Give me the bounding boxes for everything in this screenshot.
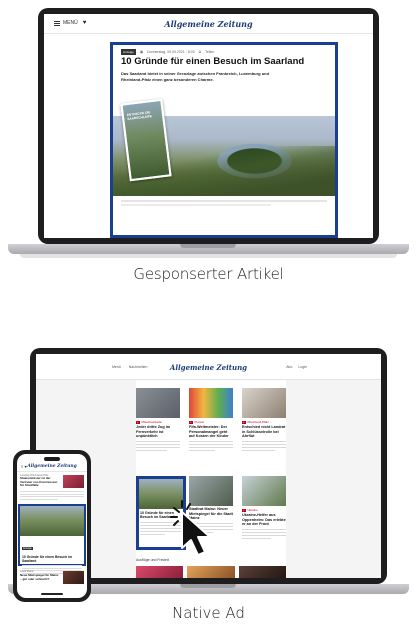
plus-badge: + bbox=[189, 420, 193, 424]
teaser-kicker: + Protest bbox=[189, 420, 205, 424]
nav-item-login[interactable]: Login bbox=[298, 365, 307, 369]
caption-line bbox=[121, 200, 327, 202]
phone-teaser-title[interactable]: Staatsminister ist der Vertreter von Kom… bbox=[20, 476, 60, 488]
laptop-shadow bbox=[20, 254, 397, 258]
teaser-text bbox=[136, 440, 180, 452]
phone-teaser-title[interactable]: Neue Mietspiegel für Mainz – gut oder sc… bbox=[20, 573, 60, 581]
article-lead: Das Saarland bietet in seiner Grenzlage … bbox=[121, 71, 270, 82]
dynamic-island bbox=[44, 457, 60, 461]
article-meta: Anzeige ▣ Donnerstag, 09.09.2021 · 8:00 … bbox=[121, 49, 214, 55]
bottom-teaser-strip bbox=[136, 566, 286, 578]
article-date: Donnerstag, 09.09.2021 · 8:00 bbox=[147, 50, 195, 54]
teaser-title: Fifa-Weltmeister: Der Personalmangel geh… bbox=[189, 425, 229, 439]
laptop-screen: MENÜ ♥ Allgemeine Zeitung Anzeige ▣ Donn… bbox=[44, 14, 373, 238]
teaser-text bbox=[242, 440, 286, 452]
phone-logo[interactable]: Allgemeine Zeitung bbox=[17, 464, 87, 469]
plus-badge: + bbox=[242, 420, 246, 424]
teaser-card[interactable]: + Protest Fifa-Weltmeister: Der Personalm… bbox=[189, 388, 233, 453]
site-header: Menü Nachrichten Allgemeine Zeitung Abo … bbox=[36, 354, 381, 380]
teaser-image bbox=[242, 388, 286, 418]
native-ad-title: 10 Gründe für einen Besuch im Saarland bbox=[22, 555, 73, 563]
teaser-kicker: + Mittelrheinbahn bbox=[136, 420, 163, 424]
header-nav-right: Abo Login bbox=[286, 365, 307, 369]
laptop-notch bbox=[180, 244, 236, 248]
teaser-title: Jeder dritte Zug im Fernverkehr ist unpü… bbox=[136, 425, 171, 439]
site-logo[interactable]: Allgemeine Zeitung bbox=[36, 363, 381, 372]
share-icon[interactable]: ⧉ bbox=[199, 50, 202, 54]
teaser-card[interactable]: + Rheinland-Pfalz Entschied nicht Landrat… bbox=[242, 388, 286, 453]
teaser-image bbox=[242, 476, 286, 506]
phone-teaser-image[interactable] bbox=[63, 475, 84, 488]
teaser-image[interactable] bbox=[238, 566, 286, 578]
section-label-sponsored: Gesponserter Artikel bbox=[133, 265, 284, 283]
ad-badge: Anzeige bbox=[121, 49, 136, 55]
teaser-title: Entschied nicht Landrat in Schlüsselroll… bbox=[242, 425, 286, 439]
site-logo[interactable]: Allgemeine Zeitung bbox=[44, 19, 373, 29]
article-title: 10 Gründe für einen Besuch im Saarland bbox=[121, 56, 305, 67]
home-indicator[interactable] bbox=[41, 593, 63, 595]
ad-badge: Anzeige bbox=[22, 547, 33, 550]
native-ad-image bbox=[20, 506, 84, 536]
phone-native-ad-card[interactable]: Anzeige 10 Gründe für einen Besuch im Sa… bbox=[18, 504, 86, 574]
teaser-card[interactable]: + Ukraine Ukraine-Helfer aus Oppenheim: D… bbox=[242, 476, 286, 541]
site-header: MENÜ ♥ Allgemeine Zeitung bbox=[44, 14, 373, 34]
teaser-card[interactable]: + Mittelrheinbahn Jeder dritte Zug im Fer… bbox=[136, 388, 180, 453]
plus-badge: + bbox=[136, 420, 140, 424]
phone-header: ≡ ♥ Allgemeine Zeitung bbox=[17, 462, 87, 472]
sponsored-article[interactable]: Anzeige ▣ Donnerstag, 09.09.2021 · 8:00 … bbox=[110, 42, 338, 238]
teaser-kicker: + Rheinland-Pfalz bbox=[242, 420, 269, 424]
click-cursor-icon bbox=[168, 498, 216, 558]
teaser-kicker: + Ukraine bbox=[242, 508, 258, 512]
teaser-image[interactable] bbox=[187, 566, 235, 578]
laptop-notch bbox=[180, 584, 236, 588]
nav-item-abo[interactable]: Abo bbox=[286, 365, 292, 369]
phone-teaser-text bbox=[20, 491, 84, 501]
brochure-card: Entdecke die Saarschleife bbox=[120, 98, 172, 182]
teaser-text bbox=[189, 440, 233, 452]
teaser-title: Ukraine-Helfer aus Oppenheim: Das erlebt… bbox=[242, 513, 286, 527]
laptop-lid: MENÜ ♥ Allgemeine Zeitung Anzeige ▣ Donn… bbox=[38, 8, 379, 244]
laptop-sponsored-article: MENÜ ♥ Allgemeine Zeitung Anzeige ▣ Donn… bbox=[8, 8, 409, 260]
plus-badge: + bbox=[242, 508, 246, 512]
share-label[interactable]: Teilen bbox=[205, 50, 214, 54]
teaser-image bbox=[189, 388, 233, 418]
laptop-base bbox=[8, 244, 409, 254]
caption-line bbox=[121, 204, 271, 206]
phone-teaser-image[interactable] bbox=[63, 571, 84, 584]
teaser-image[interactable] bbox=[136, 566, 184, 578]
calendar-icon: ▣ bbox=[139, 50, 144, 54]
smartphone: ≡ ♥ Allgemeine Zeitung Landtag Rheinland… bbox=[13, 450, 91, 602]
phone-screen: ≡ ♥ Allgemeine Zeitung Landtag Rheinland… bbox=[17, 454, 87, 598]
teaser-text bbox=[242, 528, 286, 540]
teaser-image bbox=[136, 388, 180, 418]
section-label-native: Native Ad bbox=[172, 604, 245, 622]
section-title: Ausflüge und Freizeit bbox=[136, 558, 169, 562]
